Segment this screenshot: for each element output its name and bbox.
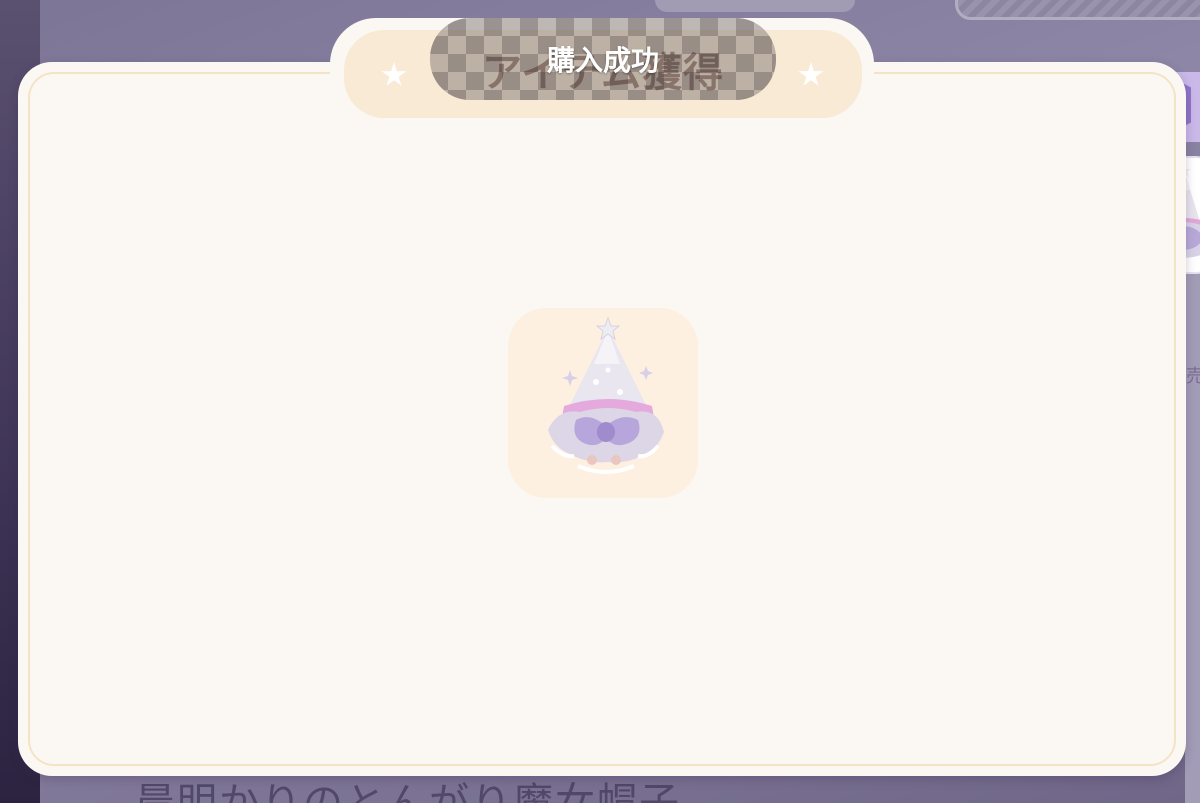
- witch-hat-icon: [548, 316, 664, 474]
- acquired-item-slot[interactable]: [508, 308, 698, 498]
- purchase-success-toast: 購入成功: [430, 18, 776, 100]
- background-top-button: [955, 0, 1200, 20]
- background-right-label: 売: [1186, 366, 1200, 387]
- background-item-list: [1185, 270, 1200, 803]
- background-top-pill: [655, 0, 855, 12]
- toast-message: 購入成功: [546, 44, 659, 77]
